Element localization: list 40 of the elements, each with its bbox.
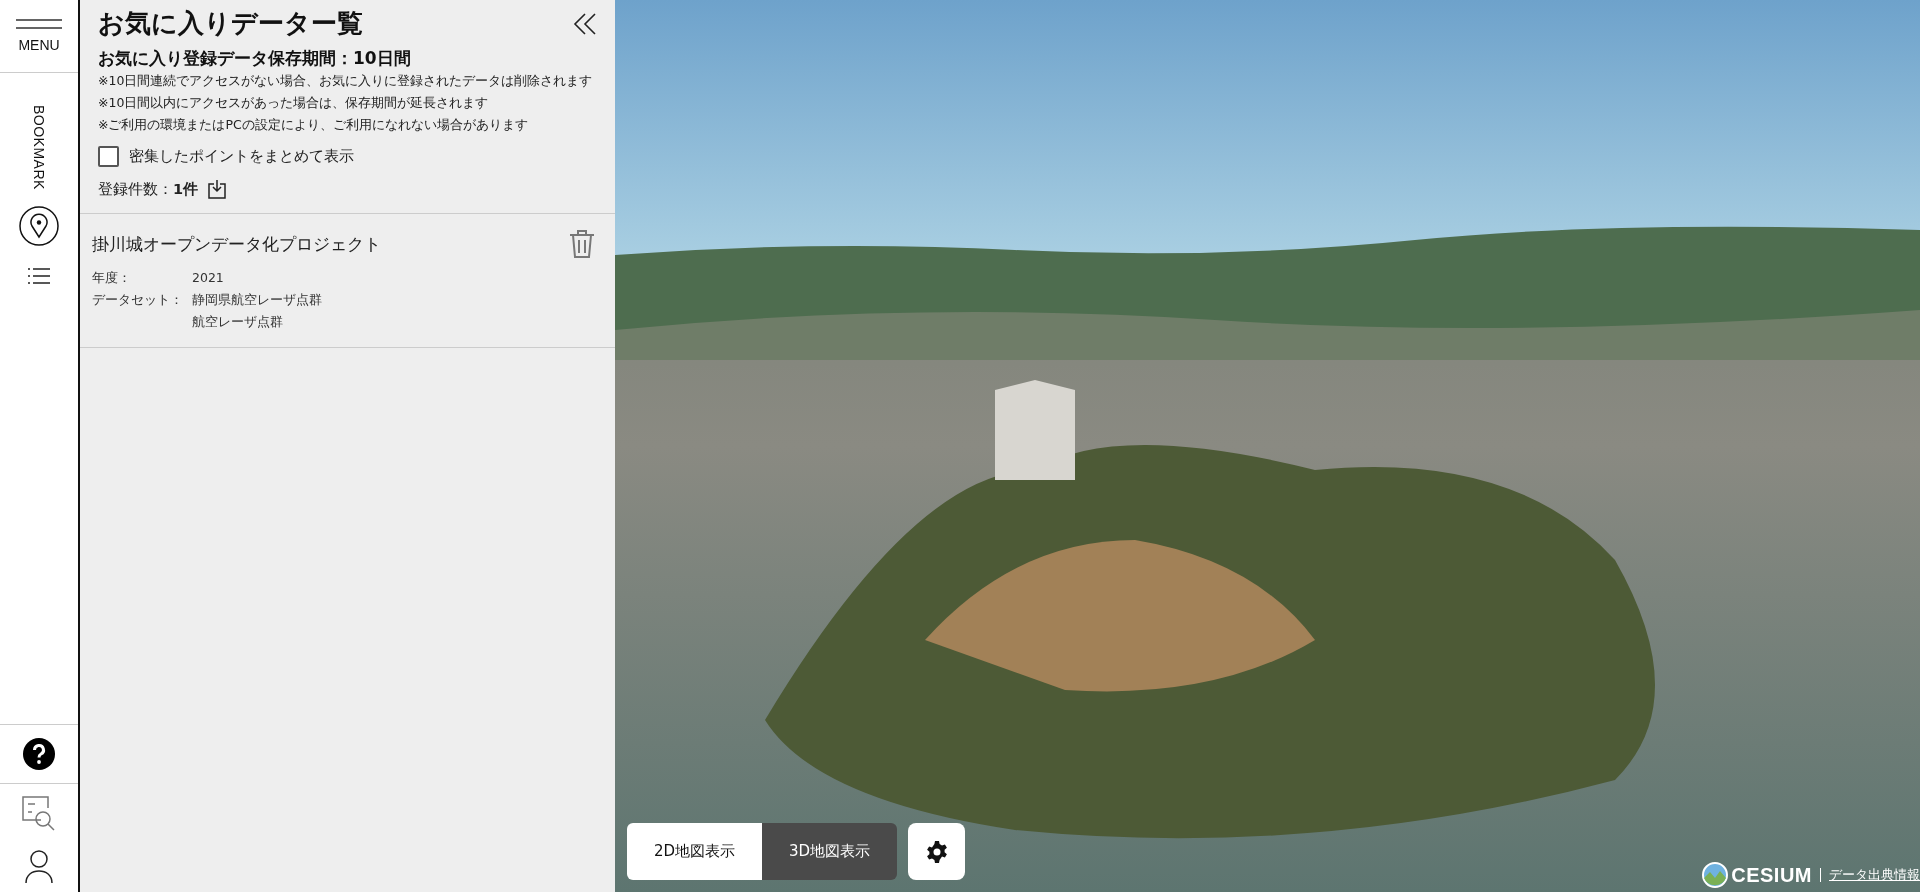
menu-label: MENU bbox=[18, 37, 60, 53]
settings-button[interactable] bbox=[908, 823, 965, 880]
collapse-button[interactable] bbox=[573, 11, 597, 36]
document-search-icon bbox=[21, 796, 57, 832]
registered-count: 登録件数：1件 bbox=[98, 179, 199, 199]
note-text: ※10日間連続でアクセスがない場合、お気に入りに登録されたデータは削除されます bbox=[98, 72, 594, 90]
help-icon bbox=[22, 737, 56, 771]
settings-icon bbox=[924, 839, 949, 864]
panel-title: お気に入りデーター覧 bbox=[98, 7, 363, 40]
field-label: 年度： bbox=[92, 270, 132, 287]
retention-period: お気に入り登録データ保存期間：10日間 bbox=[98, 47, 412, 70]
menu-icon bbox=[16, 19, 62, 29]
trash-icon bbox=[569, 230, 595, 258]
field-label: データセット： bbox=[92, 292, 184, 309]
field-value: 航空レーザ点群 bbox=[192, 314, 284, 331]
delete-button[interactable] bbox=[569, 230, 595, 258]
cluster-label: 密集したポイントをまとめて表示 bbox=[129, 147, 354, 166]
double-chevron-left-icon bbox=[573, 11, 597, 36]
bookmark-tab[interactable]: BOOKMARK bbox=[31, 105, 47, 190]
list-icon bbox=[28, 267, 50, 284]
document-search-button[interactable] bbox=[21, 796, 57, 832]
map-pin-icon bbox=[19, 205, 59, 246]
download-icon bbox=[208, 179, 227, 199]
map-pin-button[interactable] bbox=[19, 205, 59, 246]
field-value: 2021 bbox=[192, 270, 225, 287]
view-mode-tab[interactable]: 3D地図表示 bbox=[762, 823, 897, 880]
3d-map-scene[interactable] bbox=[615, 0, 1920, 892]
note-text: ※10日間以内にアクセスがあった場合は、保存期間が延長されます bbox=[98, 94, 490, 112]
note-text: ※ご利用の環境またはPCの設定により、ご利用になれない場合があります bbox=[98, 116, 529, 134]
attribution-link[interactable]: データ出典情報 bbox=[1829, 866, 1920, 884]
download-button[interactable] bbox=[208, 179, 227, 199]
cluster-checkbox[interactable] bbox=[98, 146, 119, 167]
help-button[interactable] bbox=[22, 737, 56, 771]
list-button[interactable] bbox=[28, 267, 50, 284]
user-icon bbox=[25, 850, 53, 884]
user-button[interactable] bbox=[25, 850, 53, 884]
field-value: 静岡県航空レーザ点群 bbox=[192, 292, 323, 309]
view-mode-tab[interactable]: 2D地図表示 bbox=[627, 823, 762, 880]
logo-text: CESIUM bbox=[1731, 863, 1812, 887]
bookmark-title[interactable]: 掛川城オープンデータ化プロジェクト bbox=[92, 232, 381, 256]
